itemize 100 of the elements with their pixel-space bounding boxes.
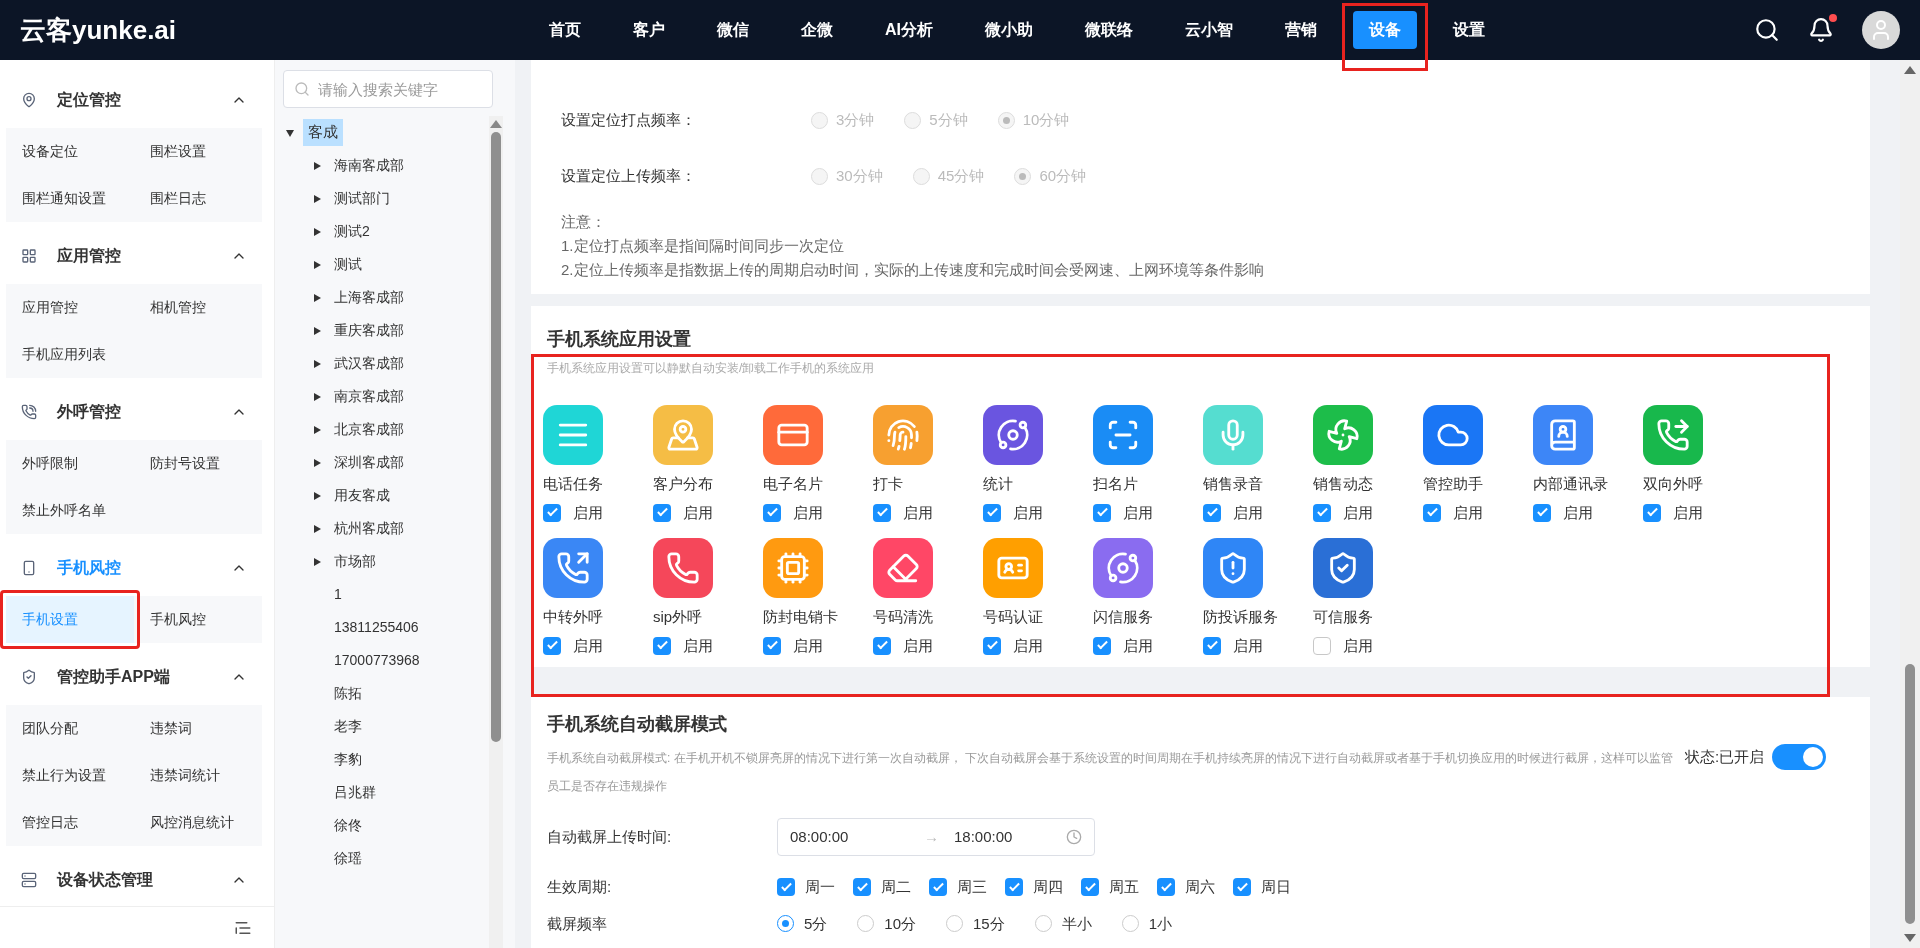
checkbox[interactable] xyxy=(777,878,795,897)
tree-node[interactable]: 17000773968 xyxy=(334,650,420,671)
checkbox[interactable] xyxy=(1643,503,1661,522)
group-title[interactable]: 管控助手APP端 xyxy=(57,665,170,689)
checkbox[interactable] xyxy=(853,878,871,897)
caret-icon[interactable] xyxy=(313,358,322,369)
sidebar-item[interactable]: 围栏设置 xyxy=(134,128,262,175)
caret-icon[interactable] xyxy=(285,127,295,138)
tree-node[interactable]: 用友客成 xyxy=(334,485,390,506)
caret-icon[interactable] xyxy=(313,325,322,336)
checkbox[interactable] xyxy=(1157,878,1175,897)
checkbox[interactable] xyxy=(1423,503,1441,522)
checkbox[interactable] xyxy=(653,636,671,655)
scrollbar[interactable] xyxy=(489,116,503,948)
checkbox[interactable] xyxy=(763,636,781,655)
nav-tab[interactable]: 云小智 xyxy=(1169,11,1249,49)
toggle-switch[interactable] xyxy=(1772,744,1827,770)
sidebar-item[interactable]: 管控日志 xyxy=(6,799,134,846)
checkbox[interactable] xyxy=(1005,878,1023,897)
checkbox[interactable] xyxy=(1313,503,1331,522)
bell-icon[interactable] xyxy=(1808,17,1834,43)
sidebar-item[interactable]: 风控消息统计 xyxy=(134,799,262,846)
tree-node[interactable]: 海南客成部 xyxy=(334,155,404,176)
checkbox[interactable] xyxy=(1093,636,1111,655)
nav-tab[interactable]: AI分析 xyxy=(869,11,949,49)
sidebar-item[interactable]: 防封号设置 xyxy=(134,440,262,487)
checkbox[interactable] xyxy=(1313,636,1331,655)
sidebar-item[interactable]: 禁止行为设置 xyxy=(6,752,134,799)
checkbox[interactable] xyxy=(873,503,891,522)
sidebar-item[interactable]: 应用管控 xyxy=(6,284,134,331)
caret-icon[interactable] xyxy=(313,226,322,237)
checkbox[interactable] xyxy=(543,636,561,655)
scrollbar[interactable] xyxy=(1900,60,1920,948)
nav-tab[interactable]: 微联络 xyxy=(1069,11,1149,49)
time-range-field[interactable]: 08:00:00 → 18:00:00 xyxy=(777,818,1095,856)
avatar[interactable] xyxy=(1862,11,1900,49)
caret-icon[interactable] xyxy=(313,424,322,435)
group-title[interactable]: 定位管控 xyxy=(57,88,121,112)
caret-icon[interactable] xyxy=(313,490,322,501)
nav-tab[interactable]: 首页 xyxy=(533,11,597,49)
sidebar-item[interactable]: 手机风控 xyxy=(134,596,262,643)
sidebar-item[interactable]: 设备定位 xyxy=(6,128,134,175)
tree-node[interactable]: 杭州客成部 xyxy=(334,518,404,539)
tree-node[interactable]: 北京客成部 xyxy=(334,419,404,440)
checkbox[interactable] xyxy=(873,636,891,655)
checkbox[interactable] xyxy=(1093,503,1111,522)
sidebar-item[interactable]: 相机管控 xyxy=(134,284,262,331)
checkbox[interactable] xyxy=(983,636,1001,655)
checkbox[interactable] xyxy=(983,503,1001,522)
nav-tab[interactable]: 微信 xyxy=(701,11,765,49)
checkbox[interactable] xyxy=(763,503,781,522)
sidebar-item[interactable]: 手机应用列表 xyxy=(6,331,134,378)
tree-node[interactable]: 武汉客成部 xyxy=(334,353,404,374)
tree-node[interactable]: 徐瑶 xyxy=(334,848,362,869)
search-icon[interactable] xyxy=(1754,17,1780,43)
sidebar-item[interactable]: 违禁词统计 xyxy=(134,752,262,799)
caret-icon[interactable] xyxy=(313,160,322,171)
checkbox[interactable] xyxy=(1203,636,1221,655)
checkbox[interactable] xyxy=(653,503,671,522)
nav-tab[interactable]: 设置 xyxy=(1437,11,1501,49)
group-title[interactable]: 设备状态管理 xyxy=(57,868,153,892)
checkbox[interactable] xyxy=(1081,878,1099,897)
caret-icon[interactable] xyxy=(313,259,322,270)
nav-tab[interactable]: 营销 xyxy=(1269,11,1333,49)
sidebar-item[interactable]: 围栏通知设置 xyxy=(6,175,134,222)
group-title[interactable]: 外呼管控 xyxy=(57,400,121,424)
checkbox[interactable] xyxy=(1233,878,1251,897)
nav-tab[interactable]: 企微 xyxy=(785,11,849,49)
caret-icon[interactable] xyxy=(313,292,322,303)
sidebar-item[interactable]: 违禁词 xyxy=(134,705,262,752)
checkbox[interactable] xyxy=(1203,503,1221,522)
tree-node[interactable]: 李豹 xyxy=(334,749,362,770)
caret-icon[interactable] xyxy=(313,523,322,534)
tree-node[interactable]: 市场部 xyxy=(334,551,376,572)
tree-node[interactable]: 南京客成部 xyxy=(334,386,404,407)
checkbox[interactable] xyxy=(929,878,947,897)
tree-node[interactable]: 老李 xyxy=(334,716,362,737)
tree-node[interactable]: 测试部门 xyxy=(334,188,390,209)
tree-node[interactable]: 1 xyxy=(334,584,342,605)
tree-node[interactable]: 重庆客成部 xyxy=(334,320,404,341)
tree-node[interactable]: 测试2 xyxy=(334,221,370,242)
checkbox[interactable] xyxy=(543,503,561,522)
sidebar-item[interactable]: 围栏日志 xyxy=(134,175,262,222)
checkbox[interactable] xyxy=(1533,503,1551,522)
caret-icon[interactable] xyxy=(313,193,322,204)
group-title[interactable]: 应用管控 xyxy=(57,244,121,268)
nav-tab[interactable]: 客户 xyxy=(617,11,681,49)
tree-node[interactable]: 陈拓 xyxy=(334,683,362,704)
search-field[interactable]: 请输入搜索关键字 xyxy=(283,70,493,108)
tree-node[interactable]: 深圳客成部 xyxy=(334,452,404,473)
caret-icon[interactable] xyxy=(313,556,322,567)
tree-node[interactable]: 13811255406 xyxy=(334,617,419,638)
sidebar-item[interactable]: 外呼限制 xyxy=(6,440,134,487)
sidebar-item[interactable]: 禁止外呼名单 xyxy=(6,487,134,534)
tree-node[interactable]: 客成 xyxy=(303,119,343,146)
tree-node[interactable]: 吕兆群 xyxy=(334,782,376,803)
tree-node[interactable]: 测试 xyxy=(334,254,362,275)
caret-icon[interactable] xyxy=(313,391,322,402)
nav-tab[interactable]: 微小助 xyxy=(969,11,1049,49)
caret-icon[interactable] xyxy=(313,457,322,468)
